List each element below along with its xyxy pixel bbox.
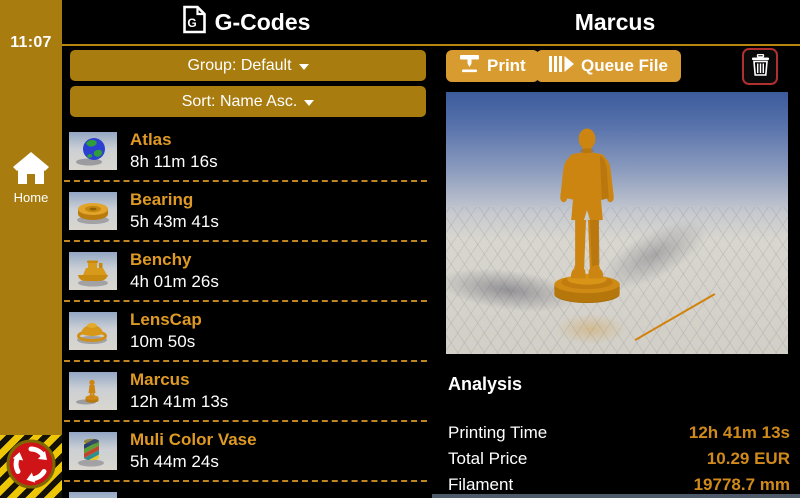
file-name: Muli Color Vase <box>130 429 257 451</box>
file-name: Marcus <box>130 369 228 391</box>
file-name: Benchy <box>130 249 219 271</box>
analysis-label: Filament <box>448 475 513 495</box>
analysis-row: Total Price 10.29 EUR <box>448 446 790 472</box>
statue-reflection <box>556 314 626 344</box>
file-name: Atlas <box>130 129 218 151</box>
statue-render <box>542 125 632 310</box>
emergency-restart-button[interactable] <box>0 435 62 498</box>
restart-icon <box>5 438 57 495</box>
file-name: LensCap <box>130 309 202 331</box>
queue-file-button[interactable]: Queue File <box>536 50 681 82</box>
lenscap-thumbnail <box>69 312 117 350</box>
printer-screen: 11:07 Home <box>0 0 800 498</box>
file-print-time: 5h 43m 41s <box>130 211 219 233</box>
file-list-item[interactable]: Marcus 12h 41m 13s <box>64 362 427 422</box>
analysis-value: 19778.7 mm <box>694 475 790 495</box>
vase-thumbnail <box>69 432 117 470</box>
analysis-label: Total Price <box>448 449 527 469</box>
analysis-value: 12h 41m 13s <box>689 423 790 443</box>
file-detail-title-row: Marcus <box>430 0 800 44</box>
benchy-thumbnail <box>69 252 117 290</box>
analysis-value: 10.29 EUR <box>707 449 790 469</box>
group-dropdown[interactable]: Group: Default <box>70 50 426 81</box>
file-detail-panel: Marcus Print <box>430 0 800 498</box>
queue-icon <box>549 56 574 77</box>
clock: 11:07 <box>0 34 62 52</box>
gcodes-title-row: G G-Codes <box>62 0 430 44</box>
analysis-label: Printing Time <box>448 423 547 443</box>
sidebar: 11:07 Home <box>0 0 62 498</box>
print-button[interactable]: Print <box>446 50 539 82</box>
home-icon <box>0 150 62 186</box>
file-list-item[interactable]: Planetary Gear <box>64 482 427 498</box>
file-list-item[interactable]: Benchy 4h 01m 26s <box>64 242 427 302</box>
file-print-time: 12h 41m 13s <box>130 391 228 413</box>
file-print-time: 8h 11m 16s <box>130 151 218 173</box>
file-list-item[interactable]: Atlas 8h 11m 16s <box>64 122 427 182</box>
analysis-row: Printing Time 12h 41m 13s <box>448 420 790 446</box>
file-list-item[interactable]: LensCap 10m 50s <box>64 302 427 362</box>
gcode-file-icon: G <box>182 5 207 40</box>
analysis-table: Printing Time 12h 41m 13s Total Price 10… <box>448 420 790 498</box>
home-label: Home <box>0 190 62 205</box>
chevron-down-icon <box>299 64 309 70</box>
scrollbar[interactable] <box>432 494 800 498</box>
file-print-time: 4h 01m 26s <box>130 271 219 293</box>
file-print-time: 5h 44m 24s <box>130 451 257 473</box>
page-title: G-Codes <box>215 9 311 36</box>
analysis-heading: Analysis <box>448 374 522 395</box>
gcodes-panel: G G-Codes Group: Default Sort: Name Asc.… <box>62 0 430 498</box>
delete-button[interactable] <box>742 48 778 85</box>
selected-file-title: Marcus <box>575 9 656 36</box>
file-print-time: 10m 50s <box>130 331 202 353</box>
statue-thumbnail <box>69 372 117 410</box>
group-dropdown-label: Group: Default <box>187 57 291 75</box>
file-name: Bearing <box>130 189 219 211</box>
file-list-item[interactable]: Bearing 5h 43m 41s <box>64 182 427 242</box>
gcode-preview-image <box>446 92 788 354</box>
sort-dropdown-label: Sort: Name Asc. <box>182 93 298 111</box>
sidebar-item-home[interactable]: Home <box>0 150 62 205</box>
file-list: Atlas 8h 11m 16s Bearing 5h 43m 41s Benc… <box>64 122 427 498</box>
globe-thumbnail <box>69 132 117 170</box>
sort-dropdown[interactable]: Sort: Name Asc. <box>70 86 426 117</box>
printer-icon <box>459 54 480 78</box>
file-actions: Print Queue File <box>430 48 800 86</box>
chevron-down-icon <box>304 100 314 106</box>
trash-icon <box>751 54 770 79</box>
queue-button-label: Queue File <box>581 56 668 76</box>
print-button-label: Print <box>487 56 526 76</box>
file-list-item[interactable]: Muli Color Vase 5h 44m 24s <box>64 422 427 482</box>
bearing-thumbnail <box>69 192 117 230</box>
svg-text:G: G <box>187 16 196 30</box>
gear-thumbnail <box>69 492 117 498</box>
